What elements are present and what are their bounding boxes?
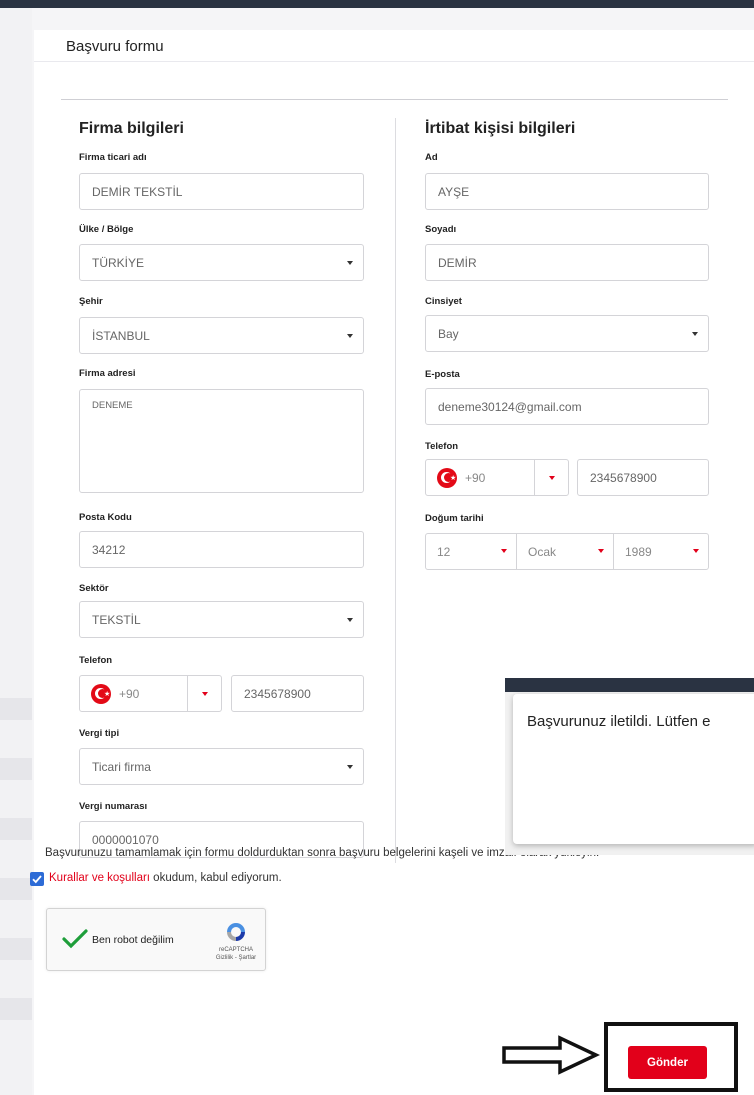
email-input[interactable]: deneme30124@gmail.com [425, 388, 709, 425]
terms-checkbox[interactable] [30, 872, 44, 886]
page-title: Başvuru formu [66, 38, 164, 55]
company-phone-code: +90 [119, 686, 140, 701]
contact-phone-label: Telefon [425, 441, 459, 452]
last-name-label: Soyadı [425, 224, 457, 235]
contact-phone-code-select[interactable]: ★ +90 [425, 459, 569, 496]
top-bar [0, 0, 754, 8]
birth-day-select[interactable]: 12 [426, 534, 517, 569]
chevron-down-icon [501, 549, 507, 553]
success-message: Başvurunuz iletildi. Lütfen e [527, 713, 711, 730]
highlight-box: Gönder [604, 1022, 738, 1092]
country-label: Ülke / Bölge [79, 224, 134, 235]
trade-name-label: Firma ticari adı [79, 152, 147, 163]
contact-phone-code: +90 [465, 470, 486, 485]
email-label: E-posta [425, 369, 460, 380]
captcha-brand: reCAPTCHA Gizlilik - Şartlar [209, 946, 263, 962]
recaptcha-logo-icon [227, 923, 245, 941]
captcha-links[interactable]: Gizlilik - Şartlar [209, 954, 263, 962]
chevron-down-icon [534, 460, 569, 495]
submit-button[interactable]: Gönder [628, 1046, 707, 1079]
country-select[interactable]: TÜRKİYE [79, 244, 364, 281]
company-phone-code-select[interactable]: ★ +90 [79, 675, 222, 712]
gender-select[interactable]: Bay [425, 315, 709, 352]
city-select[interactable]: İSTANBUL [79, 317, 364, 354]
tax-number-label: Vergi numarası [79, 801, 148, 812]
form-divider [61, 99, 728, 100]
success-dialog: Başvurunuz iletildi. Lütfen e [513, 694, 754, 844]
checkmark-icon[interactable] [61, 927, 89, 951]
column-divider [395, 118, 396, 863]
turkey-flag-icon: ★ [437, 467, 457, 488]
tax-type-select[interactable]: Ticari firma [79, 748, 364, 785]
birth-month-select[interactable]: Ocak [517, 534, 614, 569]
terms-link[interactable]: Kurallar ve koşulları [49, 872, 150, 884]
company-phone-label: Telefon [79, 655, 113, 666]
toast-overlay: Başvurunuz iletildi. Lütfen e [505, 678, 754, 855]
chevron-down-icon [693, 549, 699, 553]
birth-date-group: 12 Ocak 1989 [425, 533, 709, 570]
sector-label: Sektör [79, 583, 109, 594]
birth-year-select[interactable]: 1989 [614, 534, 708, 569]
recaptcha-widget: Ben robot değilim reCAPTCHA Gizlilik - Ş… [46, 908, 266, 971]
terms-text: Kurallar ve koşulları okudum, kabul ediy… [49, 872, 282, 884]
city-label: Şehir [79, 296, 103, 307]
last-name-input[interactable]: DEMİR [425, 244, 709, 281]
toast-header-bar [505, 678, 754, 692]
company-section-title: Firma bilgileri [79, 120, 184, 137]
contact-section-title: İrtibat kişisi bilgileri [425, 120, 576, 137]
first-name-input[interactable]: AYŞE [425, 173, 709, 210]
right-arrow-icon [502, 1035, 600, 1075]
sector-select[interactable]: TEKSTİL [79, 601, 364, 638]
company-phone-input[interactable]: 2345678900 [231, 675, 364, 712]
chevron-down-icon [598, 549, 604, 553]
tax-type-label: Vergi tipi [79, 728, 120, 739]
postal-code-label: Posta Kodu [79, 512, 132, 523]
contact-phone-input[interactable]: 2345678900 [577, 459, 709, 496]
postal-code-input[interactable]: 34212 [79, 531, 364, 568]
address-label: Firma adresi [79, 368, 136, 379]
address-textarea[interactable]: DENEME [79, 389, 364, 493]
terms-suffix: okudum, kabul ediyorum. [149, 872, 282, 884]
chevron-down-icon [187, 676, 222, 711]
birth-date-label: Doğum tarihi [425, 513, 484, 524]
turkey-flag-icon: ★ [91, 683, 111, 704]
left-strip [0, 8, 32, 1095]
title-divider [34, 61, 754, 62]
captcha-label: Ben robot değilim [92, 934, 174, 946]
first-name-label: Ad [425, 152, 438, 163]
trade-name-input[interactable]: DEMİR TEKSTİL [79, 173, 364, 210]
gender-label: Cinsiyet [425, 296, 462, 307]
check-icon [32, 875, 42, 884]
